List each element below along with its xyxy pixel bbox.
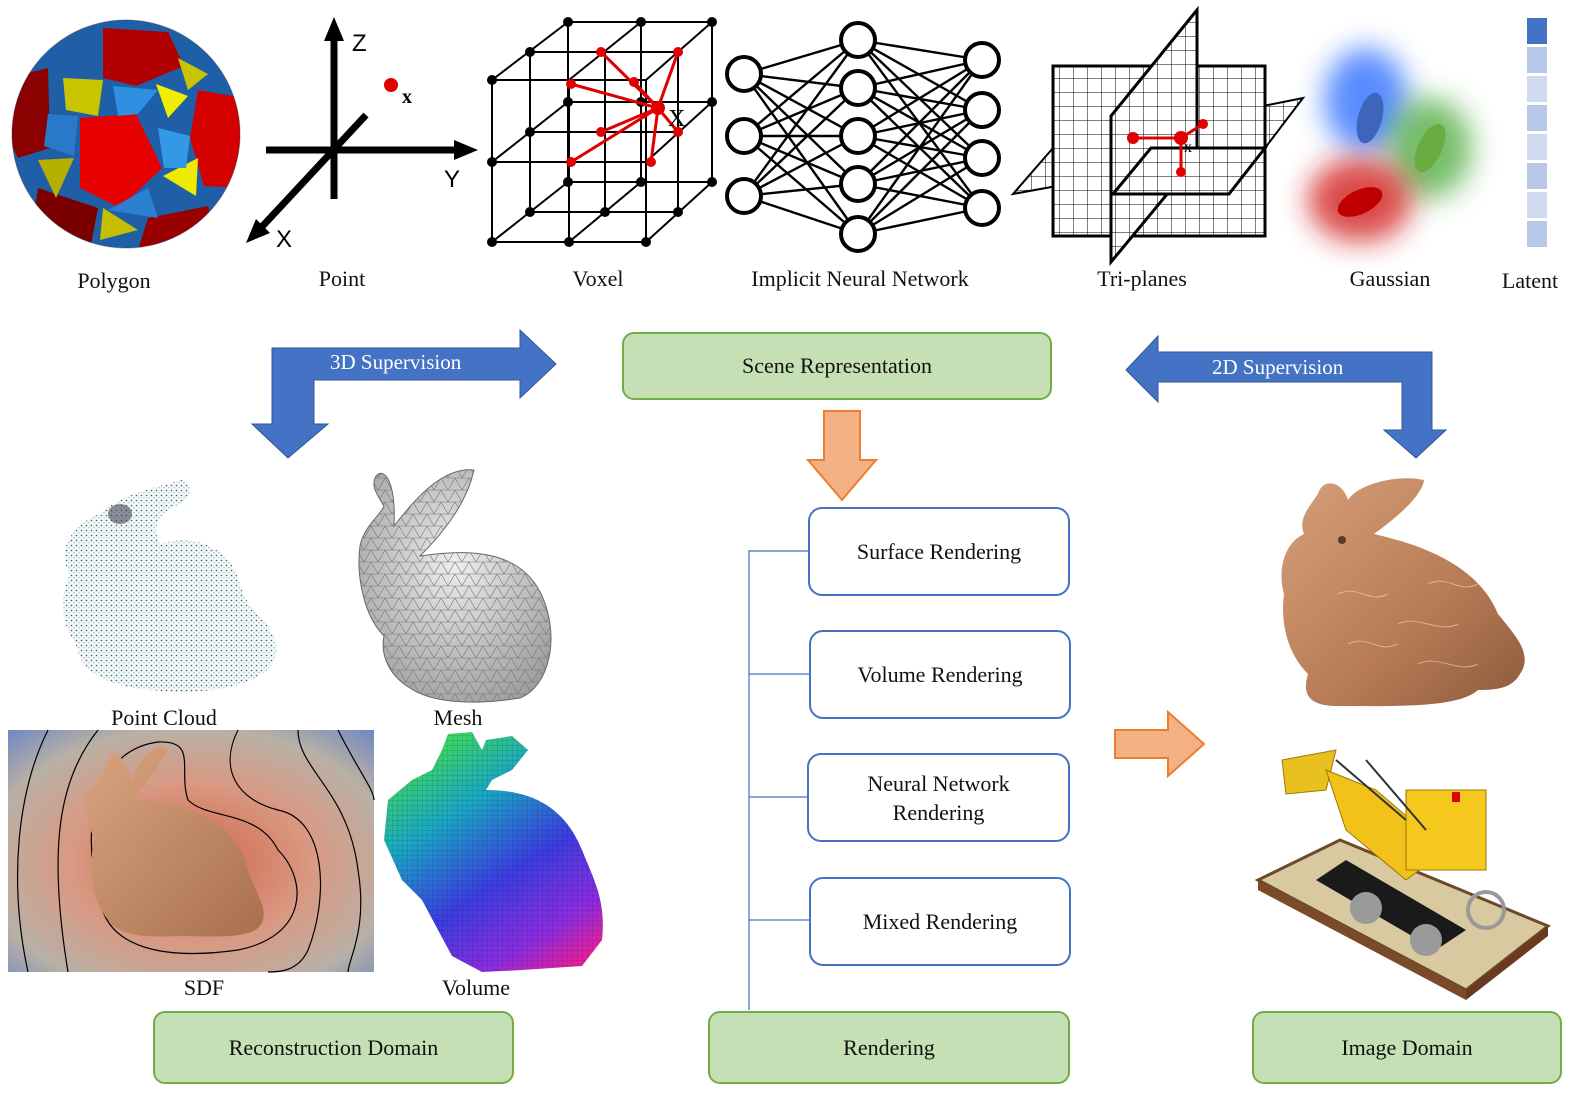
nn-node <box>725 55 763 93</box>
nn-edge <box>857 206 983 236</box>
nn-node <box>839 215 877 253</box>
nn-node <box>963 41 1001 79</box>
point-x-label: x <box>402 86 412 108</box>
image-domain-box[interactable]: Image Domain <box>1252 1011 1562 1084</box>
nn-node <box>839 165 877 203</box>
mesh-bunny-image <box>358 469 552 703</box>
reconstruction-domain-box[interactable]: Reconstruction Domain <box>153 1011 514 1084</box>
surface-rendering-box[interactable]: Surface Rendering <box>808 507 1070 596</box>
latent-cell <box>1527 76 1547 102</box>
latent-cell <box>1527 192 1547 218</box>
right-arrow-orange <box>1114 709 1206 779</box>
sdf-bunny-image <box>8 729 375 973</box>
axis-x-label: X <box>276 226 292 253</box>
label-mesh: Mesh <box>433 705 483 730</box>
axis-y-label: Y <box>444 166 460 193</box>
rendering-connector-lines <box>748 550 810 1010</box>
latent-cell <box>1527 47 1547 73</box>
point-axes-icon: Z Y X x <box>246 17 478 253</box>
voxel-bunny-image <box>384 732 603 972</box>
volume-rendering-box[interactable]: Volume Rendering <box>809 630 1071 719</box>
down-arrow-orange <box>805 410 879 502</box>
nn-node <box>725 117 763 155</box>
voxel-point-label: X <box>668 106 685 132</box>
nn-node <box>963 91 1001 129</box>
point-cloud-bunny-image <box>63 479 277 692</box>
axis-z-label: Z <box>352 30 367 57</box>
label-latent: Latent <box>1501 268 1559 293</box>
rendered-bunny-image <box>1281 478 1525 707</box>
label-point-cloud: Point Cloud <box>111 705 217 730</box>
lego-bulldozer-image <box>1254 749 1551 1000</box>
nn-node <box>963 189 1001 227</box>
nn-node <box>725 177 763 215</box>
neural-network-rendering-box[interactable]: Neural Network Rendering <box>807 753 1070 842</box>
nn-node <box>963 139 1001 177</box>
mixed-rendering-box[interactable]: Mixed Rendering <box>809 877 1071 966</box>
label-gaussian: Gaussian <box>1349 266 1431 291</box>
latent-cell <box>1527 134 1547 160</box>
scene-representation-box[interactable]: Scene Representation <box>622 332 1052 400</box>
latent-cell <box>1527 18 1547 44</box>
nn-edge <box>743 73 859 235</box>
label-sdf: SDF <box>183 975 225 1000</box>
label-implicit-neural-network: Implicit Neural Network <box>751 266 969 291</box>
latent-cell <box>1527 163 1547 189</box>
nn-node <box>839 69 877 107</box>
polyhedron-icon <box>11 19 241 249</box>
triplanes-icon: x <box>1010 5 1306 267</box>
latent-vector-icon <box>1527 18 1547 250</box>
nn-node <box>839 117 877 155</box>
2d-supervision-label: 2D Supervision <box>1212 355 1344 379</box>
nn-node <box>839 21 877 59</box>
rendering-box[interactable]: Rendering <box>708 1011 1070 1084</box>
label-volume: Volume <box>441 975 511 1000</box>
voxel-grid-icon: X <box>487 17 717 247</box>
label-tri-planes: Tri-planes <box>1097 266 1187 291</box>
label-polygon: Polygon <box>77 268 151 293</box>
label-point: Point <box>318 266 366 291</box>
gaussian-blobs-icon <box>1308 48 1472 242</box>
label-voxel: Voxel <box>572 266 624 291</box>
3d-supervision-label: 3D Supervision <box>330 350 462 374</box>
nn-edge <box>743 39 859 197</box>
neural-network-icon <box>725 21 1001 253</box>
latent-cell <box>1527 105 1547 131</box>
latent-cell <box>1527 221 1547 247</box>
triplane-point-label: x <box>1184 139 1192 156</box>
